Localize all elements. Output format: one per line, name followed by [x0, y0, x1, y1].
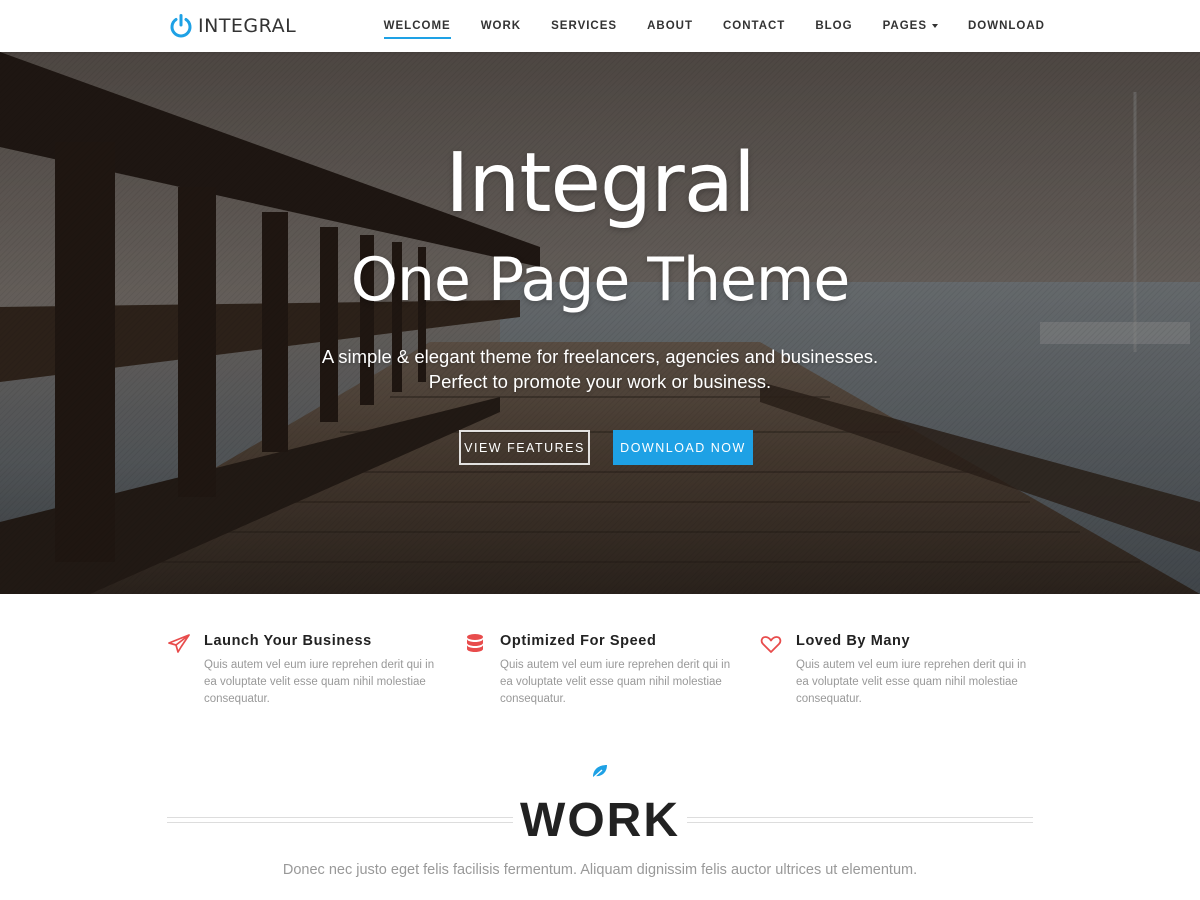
section-subtitle-work: Donec nec justo eget felis facilisis fer…	[282, 862, 918, 878]
paper-plane-icon	[168, 634, 190, 653]
section-title-work: WORK	[520, 794, 680, 847]
nav-item-pages-label: PAGES	[882, 20, 927, 32]
site-logo[interactable]: INTEGRAL	[168, 12, 296, 40]
brand-name: INTEGRAL	[198, 15, 297, 37]
feature-title: Optimized For Speed	[500, 633, 657, 649]
nav-item-pages[interactable]: PAGES	[883, 16, 938, 36]
heart-icon	[760, 636, 782, 653]
hero-description-line: A simple & elegant theme for freelancers…	[321, 346, 879, 367]
hero-pattern-overlay	[0, 52, 1200, 594]
feature-title: Launch Your Business	[204, 633, 372, 649]
feature-text: Quis autem vel eum iure reprehen derit q…	[796, 659, 1027, 705]
nav-item-work[interactable]: WORK	[481, 16, 521, 36]
nav-item-welcome[interactable]: WELCOME	[383, 16, 451, 39]
power-icon	[170, 14, 192, 38]
caret-down-icon	[932, 23, 938, 28]
view-features-button[interactable]: VIEW FEATURES	[459, 430, 590, 465]
nav-item-blog[interactable]: BLOG	[815, 16, 852, 36]
hero-subtitle-heading: One Page Theme	[350, 245, 851, 315]
download-now-button[interactable]: DOWNLOAD NOW	[613, 430, 753, 465]
feature-title: Loved By Many	[796, 633, 911, 649]
database-icon	[467, 634, 483, 652]
feature-text: Quis autem vel eum iure reprehen derit q…	[204, 659, 435, 705]
hero-title: Integral	[445, 136, 756, 231]
hero-description: A simple & elegant theme for freelancers…	[0, 344, 1200, 394]
hero-description-line: Perfect to promote your work or business…	[428, 371, 772, 392]
leaf-icon	[592, 765, 607, 779]
top-navbar: INTEGRAL WELCOME WORK SERVICES ABOUT CON…	[0, 0, 1200, 52]
nav-item-download[interactable]: DOWNLOAD	[968, 16, 1045, 36]
feature-text: Quis autem vel eum iure reprehen derit q…	[500, 659, 731, 705]
nav-item-about[interactable]: ABOUT	[647, 16, 693, 36]
nav-item-contact[interactable]: CONTACT	[723, 16, 785, 36]
hero-section: Integral One Page Theme A simple & elega…	[0, 52, 1200, 594]
nav-item-services[interactable]: SERVICES	[551, 16, 617, 36]
main-nav: WELCOME WORK SERVICES ABOUT CONTACT BLOG…	[354, 0, 1045, 52]
